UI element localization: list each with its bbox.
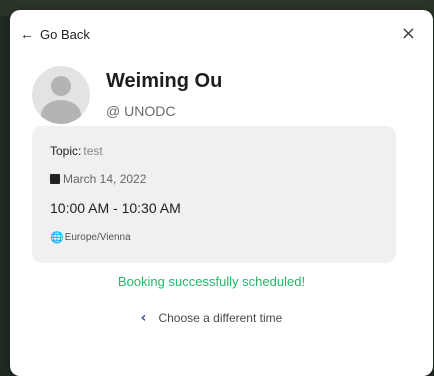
avatar-head-shape [51, 76, 71, 96]
avatar [32, 66, 90, 124]
choose-different-time-button[interactable]: ‹ Choose a different time [0, 310, 423, 326]
booking-date: March 14, 2022 [63, 172, 147, 186]
choose-different-time-label: Choose a different time [158, 311, 283, 325]
timezone-row: 🌐 Europe/Vienna [50, 230, 374, 244]
booking-time: 10:00 AM - 10:30 AM [50, 200, 181, 216]
modal-header: ← Go Back × [20, 24, 416, 44]
arrow-left-icon: ← [20, 26, 34, 42]
calendar-icon [50, 174, 60, 184]
time-row: 10:00 AM - 10:30 AM [50, 199, 374, 217]
close-icon[interactable]: × [401, 25, 416, 43]
go-back-button[interactable]: ← Go Back [20, 27, 90, 42]
chevron-left-icon: ‹ [140, 310, 147, 326]
profile-info: Weiming Ou @ UNODC [106, 54, 222, 119]
date-row: March 14, 2022 [50, 171, 374, 187]
booking-timezone: Europe/Vienna [64, 231, 131, 243]
profile-section: Weiming Ou @ UNODC [32, 54, 222, 124]
booking-details-card: Topic: test March 14, 2022 10:00 AM - 10… [32, 126, 396, 263]
topic-label: Topic: [50, 144, 82, 158]
avatar-body-shape [41, 100, 81, 124]
go-back-label: Go Back [40, 26, 90, 42]
topic-value: test [83, 144, 103, 158]
globe-icon: 🌐 [50, 230, 64, 244]
profile-org: @ UNODC [106, 103, 176, 119]
success-message: Booking successfully scheduled! [117, 274, 306, 289]
topic-row: Topic: test [50, 142, 374, 160]
profile-name: Weiming Ou [106, 70, 223, 92]
